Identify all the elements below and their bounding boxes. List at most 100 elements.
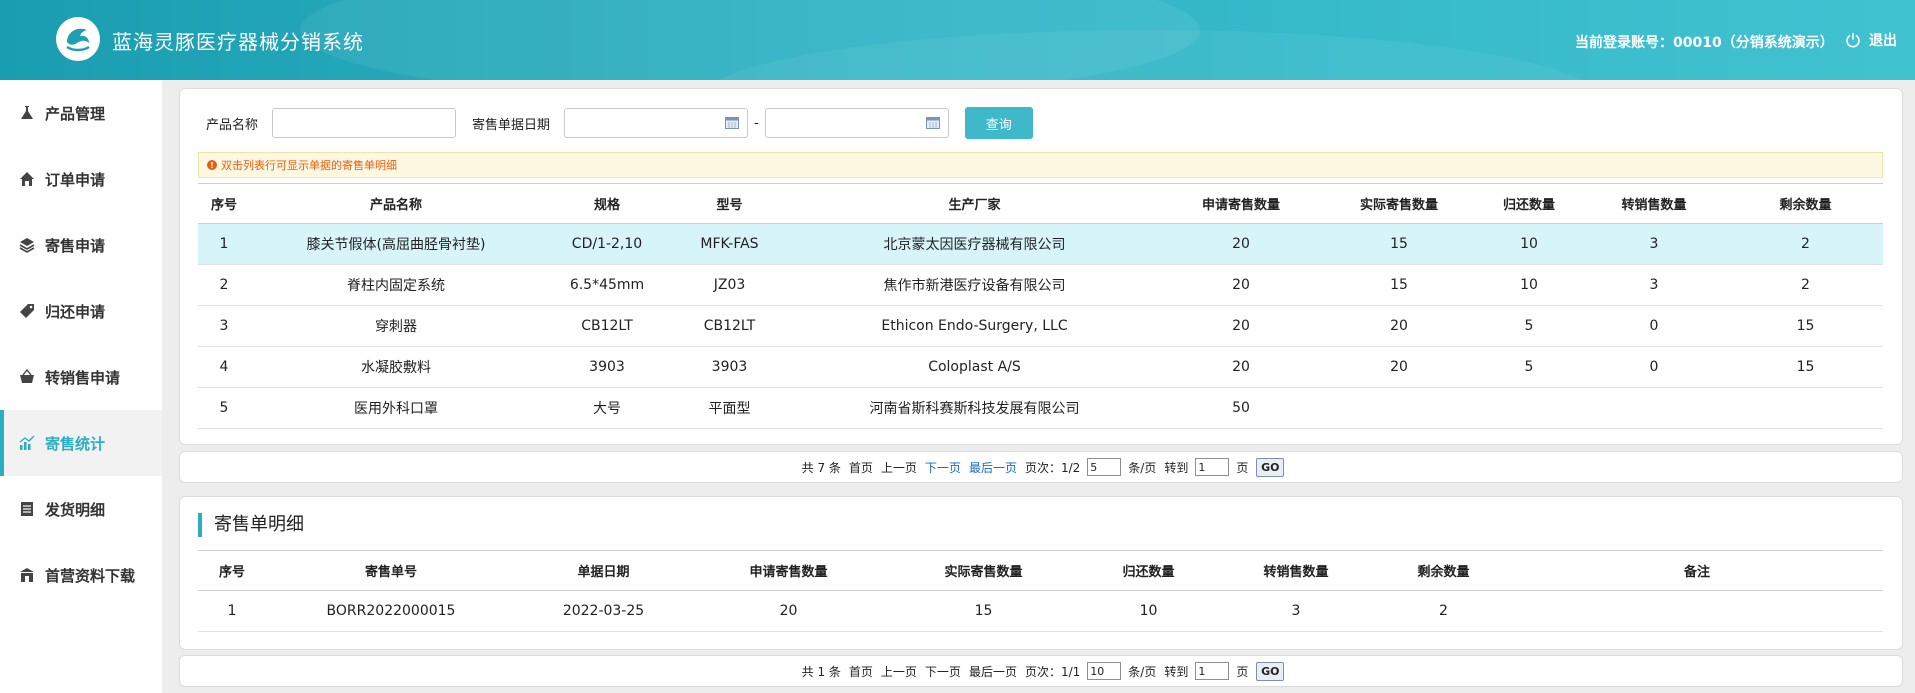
- sidebar-item-consignment-request[interactable]: 寄售申请: [0, 212, 162, 278]
- date-from-input[interactable]: [564, 108, 749, 138]
- table-row[interactable]: 2 脊柱内固定系统 6.5*45mm JZ03 焦作市新港医疗设备有限公司 20…: [198, 264, 1883, 306]
- table-cell: 5: [198, 387, 250, 429]
- sidebar-item-shipment-details[interactable]: 发货明细: [0, 476, 162, 542]
- goto-label: 转到: [1164, 664, 1189, 679]
- table-cell: 3903: [542, 346, 672, 388]
- chart-icon: [18, 434, 36, 452]
- query-button[interactable]: 查询: [964, 107, 1033, 139]
- hint-banner: ! 双击列表行可显示单据的寄售单明细: [198, 152, 1883, 178]
- consignment-table: 序号 产品名称 规格 型号 生产厂家 申请寄售数量 实际寄售数量 归还数量 转销…: [198, 183, 1883, 429]
- total-count: 共 7 条: [801, 460, 841, 475]
- last-page-link[interactable]: 最后一页: [969, 663, 1017, 680]
- page-size-input[interactable]: 10: [1087, 662, 1122, 680]
- prev-page-link[interactable]: 上一页: [881, 459, 917, 476]
- sidebar-item-first-business-download[interactable]: 首营资料下载: [0, 542, 162, 608]
- basket-icon: [18, 368, 36, 386]
- table-cell: 大号: [542, 387, 672, 429]
- next-page-link[interactable]: 下一页: [925, 459, 961, 476]
- list-icon: [18, 500, 36, 518]
- table-cell: 水凝胶敷料: [250, 346, 542, 388]
- table-cell: 焦作市新港医疗设备有限公司: [787, 264, 1162, 306]
- date-separator: -: [754, 115, 759, 131]
- go-button[interactable]: GO: [1256, 457, 1285, 477]
- table-cell: 2: [1376, 590, 1511, 632]
- column-header: 单据日期: [516, 550, 691, 591]
- column-header: 实际寄售数量: [1320, 183, 1478, 224]
- sidebar-item-return-request[interactable]: 归还申请: [0, 278, 162, 344]
- table-cell: JZ03: [672, 264, 787, 306]
- info-icon: !: [207, 160, 217, 170]
- column-header: 归还数量: [1478, 183, 1580, 224]
- calendar-icon: [925, 117, 940, 129]
- sidebar-item-label: 转销售申请: [45, 368, 121, 387]
- tag-icon: [18, 302, 36, 320]
- table-cell: [1511, 590, 1883, 632]
- date-to-input[interactable]: [764, 108, 949, 138]
- home-icon: [18, 170, 36, 188]
- next-page-link[interactable]: 下一页: [925, 663, 961, 680]
- per-page-label: 条/页: [1128, 664, 1157, 679]
- table-cell: Ethicon Endo-Surgery, LLC: [787, 305, 1162, 347]
- layers-icon: [18, 236, 36, 254]
- table-cell: 3: [1580, 264, 1728, 306]
- logout-button[interactable]: 退出: [1845, 30, 1897, 50]
- first-page-link[interactable]: 首页: [849, 663, 873, 680]
- table-row[interactable]: 1 BORR2022000015 2022-03-25 20 15 10 3 2: [198, 590, 1883, 632]
- goto-page-input[interactable]: 1: [1195, 458, 1230, 476]
- table-cell: 2: [1728, 264, 1883, 306]
- main-pagination: 共 7 条 首页 上一页 下一页 最后一页 页次：1/2 5 条/页 转到 1 …: [179, 451, 1903, 483]
- goto-label: 转到: [1164, 460, 1189, 475]
- table-cell: 1: [198, 223, 250, 265]
- table-cell: 15: [1320, 264, 1478, 306]
- column-header: 转销售数量: [1216, 550, 1376, 591]
- goto-page-input[interactable]: 1: [1195, 662, 1230, 680]
- table-cell: 3903: [672, 346, 787, 388]
- table-header-row: 序号 寄售单号 单据日期 申请寄售数量 实际寄售数量 归还数量 转销售数量 剩余…: [198, 550, 1883, 591]
- table-cell: 0: [1580, 346, 1728, 388]
- table-cell: 6.5*45mm: [542, 264, 672, 306]
- product-name-label: 产品名称: [206, 117, 259, 133]
- top-header: 蓝海灵豚医疗器械分销系统 当前登录账号：00010（分销系统演示） 退出: [0, 0, 1915, 80]
- table-cell: 20: [1320, 305, 1478, 347]
- table-row[interactable]: 5 医用外科口罩 大号 平面型 河南省斯科赛斯科技发展有限公司 50: [198, 387, 1883, 429]
- product-name-input[interactable]: [272, 108, 457, 138]
- column-header: 剩余数量: [1376, 550, 1511, 591]
- sidebar-item-consignment-statistics[interactable]: 寄售统计: [0, 410, 162, 476]
- per-page-label: 条/页: [1128, 460, 1157, 475]
- table-row[interactable]: 1 膝关节假体(高屈曲胫骨衬垫) CD/1-2,10 MFK-FAS 北京蒙太因…: [198, 223, 1883, 265]
- table-cell: 0: [1580, 305, 1728, 347]
- table-cell: 医用外科口罩: [250, 387, 542, 429]
- table-cell: MFK-FAS: [672, 223, 787, 265]
- table-cell: 20: [1162, 305, 1320, 347]
- table-cell: 北京蒙太因医疗器械有限公司: [787, 223, 1162, 265]
- table-cell: [1478, 387, 1580, 429]
- page-size-input[interactable]: 5: [1087, 458, 1122, 476]
- table-cell: 20: [1320, 346, 1478, 388]
- table-cell: 3: [1580, 223, 1728, 265]
- column-header: 产品名称: [250, 183, 542, 224]
- table-cell: CD/1-2,10: [542, 223, 672, 265]
- table-cell: 10: [1081, 590, 1216, 632]
- column-header: 申请寄售数量: [1162, 183, 1320, 224]
- table-row[interactable]: 3 穿刺器 CB12LT CB12LT Ethicon Endo-Surgery…: [198, 305, 1883, 347]
- sidebar-item-product-management[interactable]: 产品管理: [0, 80, 162, 146]
- table-cell: CB12LT: [672, 305, 787, 347]
- sidebar-item-order-request[interactable]: 订单申请: [0, 146, 162, 212]
- last-page-link[interactable]: 最后一页: [969, 459, 1017, 476]
- page-indicator: 页次：1/1: [1024, 664, 1081, 679]
- table-cell: 膝关节假体(高屈曲胫骨衬垫): [250, 223, 542, 265]
- sidebar-item-transfer-sale-request[interactable]: 转销售申请: [0, 344, 162, 410]
- column-header: 剩余数量: [1728, 183, 1883, 224]
- date-label: 寄售单据日期: [472, 117, 551, 133]
- prev-page-link[interactable]: 上一页: [881, 663, 917, 680]
- table-cell: [1580, 387, 1728, 429]
- column-header: 序号: [198, 550, 266, 591]
- table-row[interactable]: 4 水凝胶敷料 3903 3903 Coloplast A/S 20 20 5 …: [198, 346, 1883, 388]
- table-cell: 50: [1162, 387, 1320, 429]
- column-header: 序号: [198, 183, 250, 224]
- total-count: 共 1 条: [801, 664, 841, 679]
- go-button[interactable]: GO: [1256, 661, 1285, 681]
- table-cell: BORR2022000015: [266, 590, 516, 632]
- column-header: 归还数量: [1081, 550, 1216, 591]
- first-page-link[interactable]: 首页: [849, 459, 873, 476]
